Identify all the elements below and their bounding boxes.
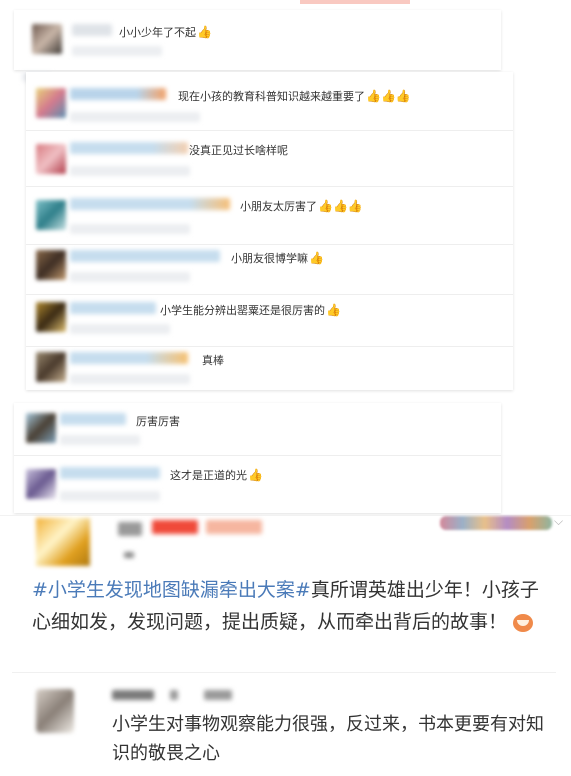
comment-text: 小朋友太厉害了👍👍👍 (240, 199, 363, 213)
avatar[interactable] (36, 689, 74, 733)
comment-text: 现在小孩的教育科普知识越来越重要了👍👍👍 (178, 89, 411, 103)
blurred-meta (70, 272, 190, 282)
comment-row: 真棒 (26, 346, 513, 390)
thumbs-up-icon: 👍👍👍 (318, 199, 363, 213)
blurred-meta (72, 46, 162, 56)
blurred-username (112, 690, 154, 700)
comment-text: 真棒 (202, 354, 224, 367)
blurred-username (118, 522, 142, 536)
blurred-meta (70, 374, 190, 384)
blurred-username (70, 142, 188, 154)
comment-row: 现在小孩的教育科普知识越来越重要了👍👍👍 (26, 72, 513, 131)
thumbs-up-icon: 👍 (309, 251, 324, 265)
chevron-down-icon[interactable]: ⌵ (554, 514, 563, 529)
thumbs-up-icon: 👍 (248, 468, 263, 482)
blurred-meta (124, 552, 134, 558)
blurred-username (152, 520, 198, 534)
comment-card-2: 现在小孩的教育科普知识越来越重要了👍👍👍 没真正见过长啥样呢 小朋友太厉害了👍👍… (26, 72, 513, 390)
comment-text: 小学生能分辨出罂粟还是很厉害的👍 (160, 303, 341, 317)
blurred-meta (70, 112, 200, 122)
comment-row: 没真正见过长啥样呢 (26, 130, 513, 187)
blurred-username (60, 467, 160, 479)
blurred-meta (70, 224, 190, 234)
blurred-username (204, 690, 232, 700)
thumbs-up-icon: 👍👍👍 (366, 89, 411, 103)
blurred-username (70, 302, 156, 314)
avatar[interactable] (36, 144, 66, 174)
blurred-username (206, 520, 262, 534)
hashtag-link[interactable]: #小学生发现地图缺漏牵出大案# (32, 579, 311, 601)
thumbs-up-icon: 👍 (197, 25, 212, 39)
blurred-username (170, 690, 178, 700)
top-blurred-strip (300, 0, 410, 4)
blurred-meta (60, 435, 140, 445)
avatar[interactable] (36, 88, 66, 118)
blurred-username (70, 198, 230, 210)
comment-card-1: 小小少年了不起👍 (14, 10, 501, 82)
comment-row: 小朋友很博学嘛👍 (26, 244, 513, 295)
avatar[interactable] (36, 518, 90, 566)
comment-row: 小朋友太厉害了👍👍👍 (26, 186, 513, 245)
blurred-meta (70, 324, 170, 334)
avatar[interactable] (36, 302, 66, 332)
reply-text: 小学生对事物观察能力很强，反过来，书本更要有对知识的敬畏之心 (112, 714, 544, 764)
comment-row: 小学生能分辨出罂粟还是很厉害的👍 (26, 294, 513, 347)
comment-card-3: 厉害厉害 这才是正道的光👍 (14, 403, 501, 513)
comment-row: 这才是正道的光👍 (14, 455, 501, 513)
thumbs-up-icon: 👍 (326, 303, 341, 317)
blurred-username (70, 352, 188, 364)
comment-row: 厉害厉害 (14, 403, 501, 456)
avatar[interactable] (36, 250, 66, 280)
comment-text: 没真正见过长啥样呢 (189, 144, 288, 157)
blurred-meta (70, 166, 190, 176)
blurred-username (70, 88, 166, 100)
blurred-username (70, 250, 220, 262)
comment-text: 小小少年了不起👍 (119, 25, 212, 39)
grinning-face-icon (513, 613, 534, 632)
avatar[interactable] (26, 469, 56, 499)
comment-text: 厉害厉害 (136, 415, 180, 428)
post-body: #小学生发现地图缺漏牵出大案#真所谓英雄出少年！小孩子心细如发，发现问题，提出质… (32, 579, 539, 633)
blurred-meta (60, 491, 160, 501)
avatar[interactable] (36, 200, 66, 230)
blurred-username (60, 413, 126, 425)
avatar[interactable] (36, 352, 66, 382)
avatar[interactable] (26, 413, 56, 443)
avatar[interactable] (32, 24, 62, 54)
comment-text: 小朋友很博学嘛👍 (231, 251, 324, 265)
decoration-badge (440, 516, 552, 530)
comment-text: 这才是正道的光👍 (170, 468, 263, 482)
blurred-username (72, 24, 112, 36)
